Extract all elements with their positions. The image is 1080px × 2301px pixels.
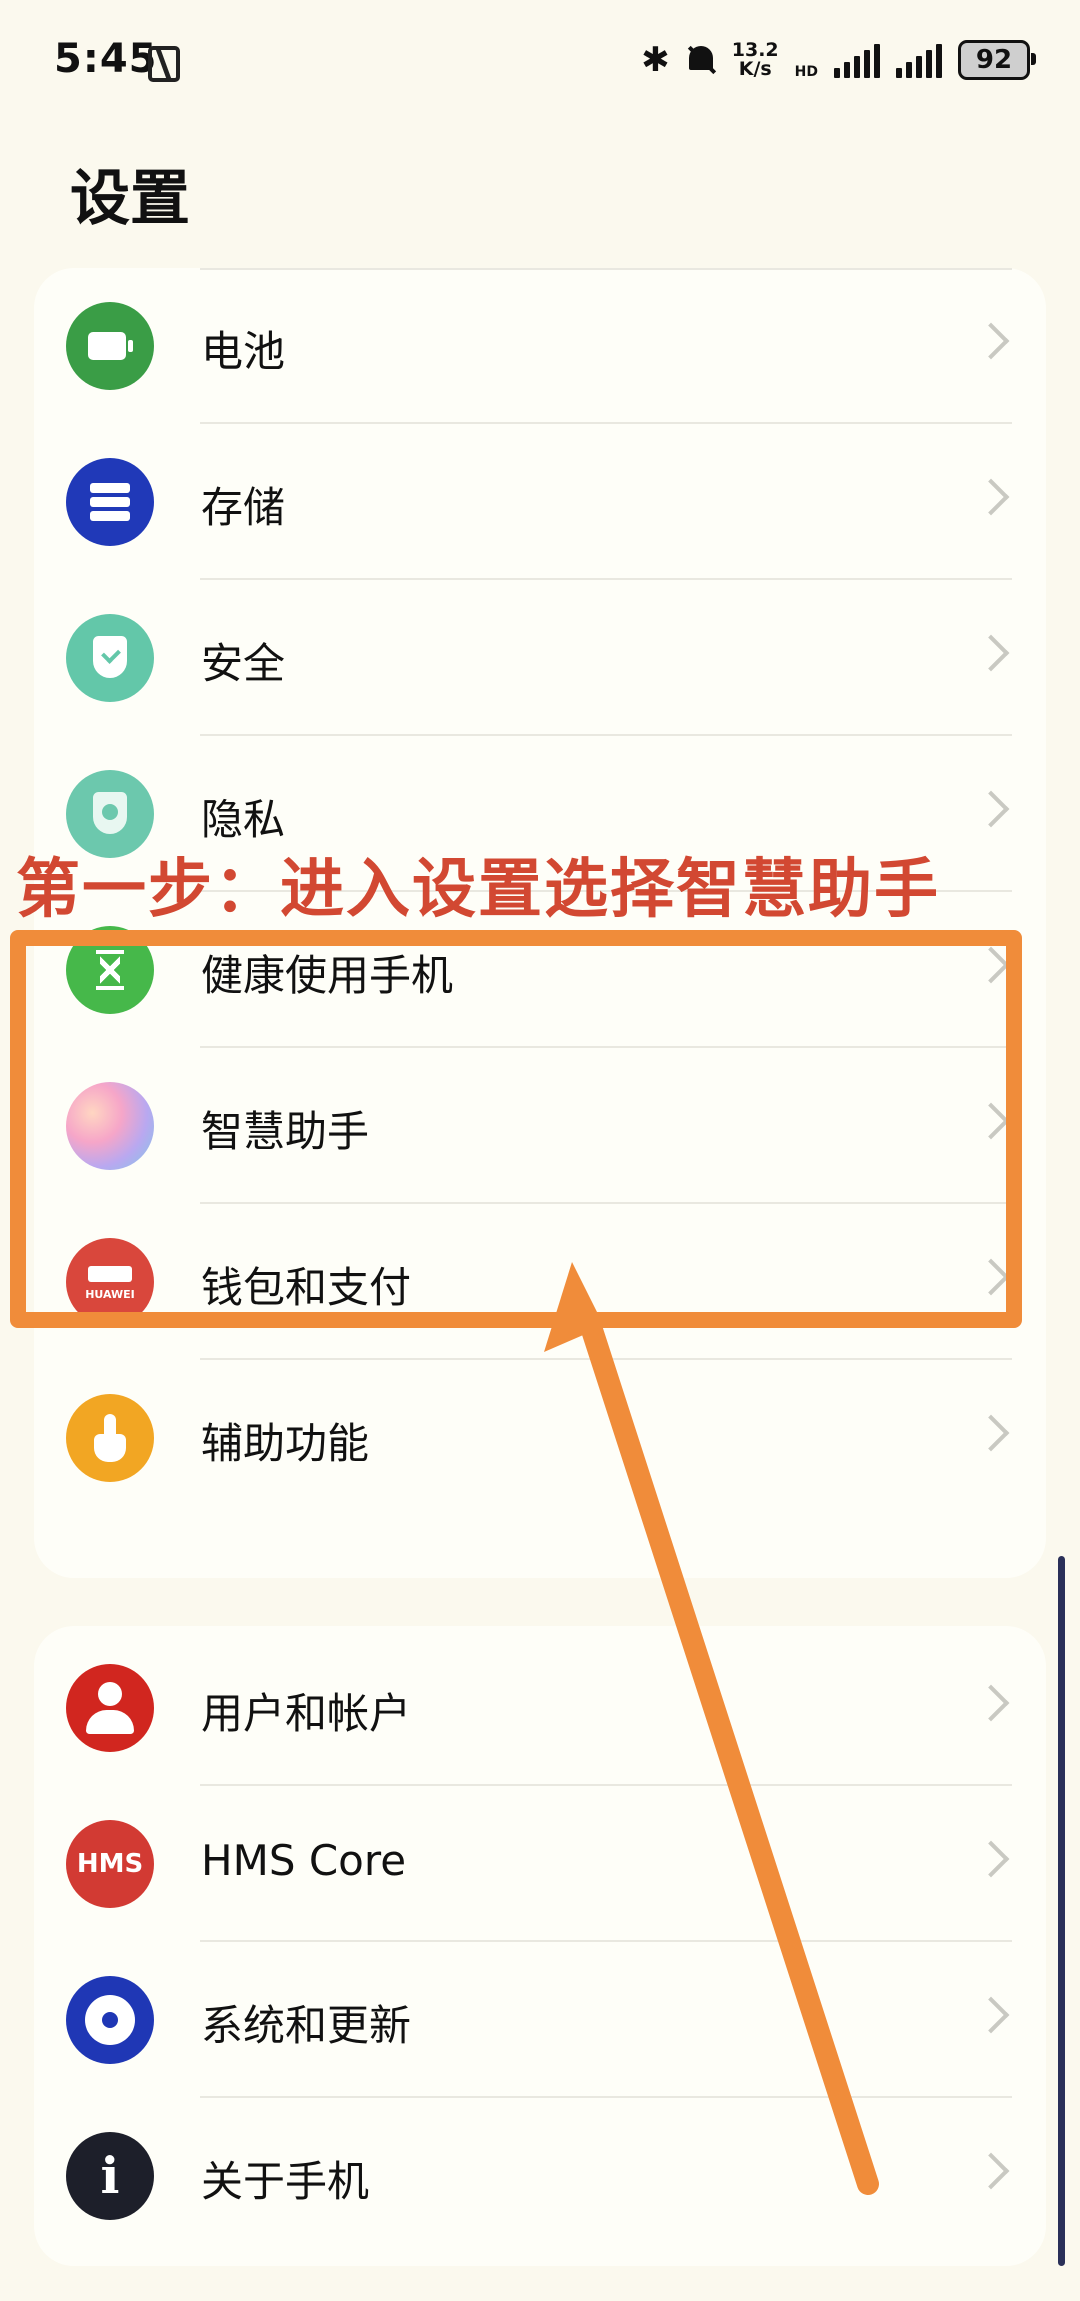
annotation-arrow-shaft [581, 1319, 879, 2195]
annotation-arrow [544, 1262, 879, 2195]
